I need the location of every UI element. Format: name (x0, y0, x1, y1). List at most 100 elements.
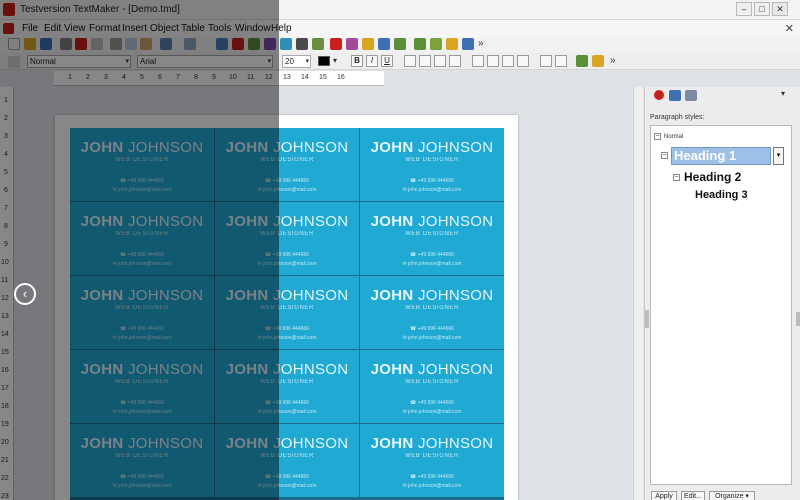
paste-icon[interactable] (140, 38, 152, 50)
insert-object-icon[interactable] (264, 38, 276, 50)
style-normal[interactable]: Normal (664, 134, 683, 140)
font-select[interactable]: Arial ▾ (137, 55, 273, 68)
pdf-export-icon[interactable] (75, 38, 87, 50)
window-edge-grip[interactable] (796, 312, 800, 326)
zoom-icon[interactable] (312, 38, 324, 50)
card-phone: ☎ +49 996 444666 (120, 326, 164, 332)
character-styles-icon[interactable] (592, 55, 604, 67)
style-heading-3[interactable]: Heading 3 (695, 189, 748, 201)
italic-button[interactable]: I (366, 55, 378, 67)
new-document-icon[interactable] (8, 38, 20, 50)
character-styles-icon[interactable] (685, 90, 697, 101)
card-email: ✉ john.johnson@mail.com (112, 335, 172, 341)
menu-window[interactable]: Window (235, 23, 271, 34)
apply-button[interactable]: Apply (651, 491, 677, 500)
business-card: JOHN JOHNSON WEB DESIGNER ☎ +49 996 444666… (70, 128, 214, 201)
align-center-icon[interactable] (419, 55, 431, 67)
vertical-ruler[interactable]: 1 2 3 4 5 6 7 8 9 10 11 12 13 14 15 16 1… (0, 87, 14, 500)
menu-help[interactable]: Help (271, 23, 292, 34)
menu-object[interactable]: Object (150, 23, 179, 34)
ruler-number: 11 (1, 277, 9, 284)
pointer-icon[interactable] (8, 56, 20, 68)
tab-right-icon[interactable] (502, 55, 514, 67)
chevron-down-icon[interactable]: ▾ (773, 147, 784, 165)
card-email: ✉ john.johnson@mail.com (402, 335, 462, 341)
menu-format[interactable]: Format (89, 23, 121, 34)
format-more-icon[interactable]: » (610, 55, 616, 66)
font-color-swatch[interactable] (318, 56, 330, 66)
color-dropdown-icon[interactable]: ▾ (333, 56, 337, 65)
previous-slide-button[interactable]: ‹ (14, 283, 36, 305)
close-button[interactable]: ✕ (772, 2, 788, 16)
info-icon[interactable] (654, 90, 664, 100)
document-close-icon[interactable]: ✕ (785, 22, 794, 35)
menu-tools[interactable]: Tools (208, 23, 231, 34)
outline-icon[interactable] (430, 38, 442, 50)
document-page[interactable]: JOHN JOHNSON WEB DESIGNER ☎ +49 996 444666… (55, 115, 518, 500)
horizontal-ruler[interactable]: 1 2 3 4 5 6 7 8 9 10 11 12 13 14 15 16 (54, 71, 384, 86)
menu-edit[interactable]: Edit (44, 23, 61, 34)
paragraph-style-select[interactable]: Normal ▾ (27, 55, 131, 68)
minimize-button[interactable]: – (736, 2, 752, 16)
paragraph-styles-icon[interactable] (669, 90, 681, 101)
tab-left-icon[interactable] (472, 55, 484, 67)
tab-center-icon[interactable] (487, 55, 499, 67)
card-last-name: JOHNSON (272, 361, 349, 378)
card-last-name: JOHNSON (272, 435, 349, 452)
styles-icon[interactable] (576, 55, 588, 67)
bold-button[interactable]: B (351, 55, 363, 67)
menu-table[interactable]: Table (181, 23, 205, 34)
tree-icon[interactable] (414, 38, 426, 50)
toolbar-more-icon[interactable]: » (478, 38, 484, 49)
picture-frame-icon[interactable] (346, 38, 358, 50)
underline-button[interactable]: U (381, 55, 393, 67)
menu-file[interactable]: File (22, 23, 38, 34)
collapse-icon[interactable]: − (661, 152, 668, 159)
card-email: ✉ john.johnson@mail.com (112, 187, 172, 193)
binoculars-icon[interactable] (394, 38, 406, 50)
insert-picture-icon[interactable] (232, 38, 244, 50)
edit-button[interactable]: Edit... (681, 491, 705, 500)
style-heading-2[interactable]: Heading 2 (684, 170, 741, 184)
ruler-number: 13 (1, 313, 9, 320)
insert-chart-icon[interactable] (248, 38, 260, 50)
collapse-icon[interactable]: − (654, 133, 661, 140)
font-size-select[interactable]: 20 ▾ (282, 55, 311, 68)
card-name: JOHN JOHNSON (215, 287, 359, 304)
organize-button[interactable]: Organize ▾ (709, 491, 755, 500)
search-icon[interactable] (296, 38, 308, 50)
columns-icon[interactable] (280, 38, 292, 50)
copy-icon[interactable] (125, 38, 137, 50)
menu-view[interactable]: View (64, 23, 86, 34)
collapse-icon[interactable]: − (673, 174, 680, 181)
text-frame-icon[interactable] (330, 38, 342, 50)
comment-icon[interactable] (446, 38, 458, 50)
undo-icon[interactable] (160, 38, 172, 50)
redo-icon[interactable] (184, 38, 196, 50)
maximize-button[interactable]: □ (754, 2, 770, 16)
panel-menu-icon[interactable]: ▾ (781, 89, 785, 98)
page-icon[interactable] (462, 38, 474, 50)
open-folder-icon[interactable] (24, 38, 36, 50)
style-tree[interactable]: − Normal − Heading 1 ▾ − Heading 2 Headi… (650, 125, 792, 485)
align-justify-icon[interactable] (449, 55, 461, 67)
cut-icon[interactable] (110, 38, 122, 50)
align-right-icon[interactable] (434, 55, 446, 67)
print-preview-icon[interactable] (91, 38, 103, 50)
table-icon[interactable] (216, 38, 228, 50)
numbering-icon[interactable] (555, 55, 567, 67)
bullets-icon[interactable] (540, 55, 552, 67)
vertical-scrollbar[interactable] (633, 87, 643, 500)
tab-decimal-icon[interactable] (517, 55, 529, 67)
highlight-icon[interactable] (362, 38, 374, 50)
menu-insert[interactable]: Insert (122, 23, 147, 34)
business-card: JOHN JOHNSON WEB DESIGNER ☎ +49 996 444666… (360, 424, 504, 497)
panel-splitter[interactable] (645, 310, 649, 328)
spellcheck-icon[interactable] (378, 38, 390, 50)
card-email: ✉ john.johnson@mail.com (402, 483, 462, 489)
save-icon[interactable] (40, 38, 52, 50)
print-icon[interactable] (60, 38, 72, 50)
style-heading-1[interactable]: Heading 1 (671, 147, 771, 165)
ruler-number: 1 (68, 74, 72, 81)
align-left-icon[interactable] (404, 55, 416, 67)
